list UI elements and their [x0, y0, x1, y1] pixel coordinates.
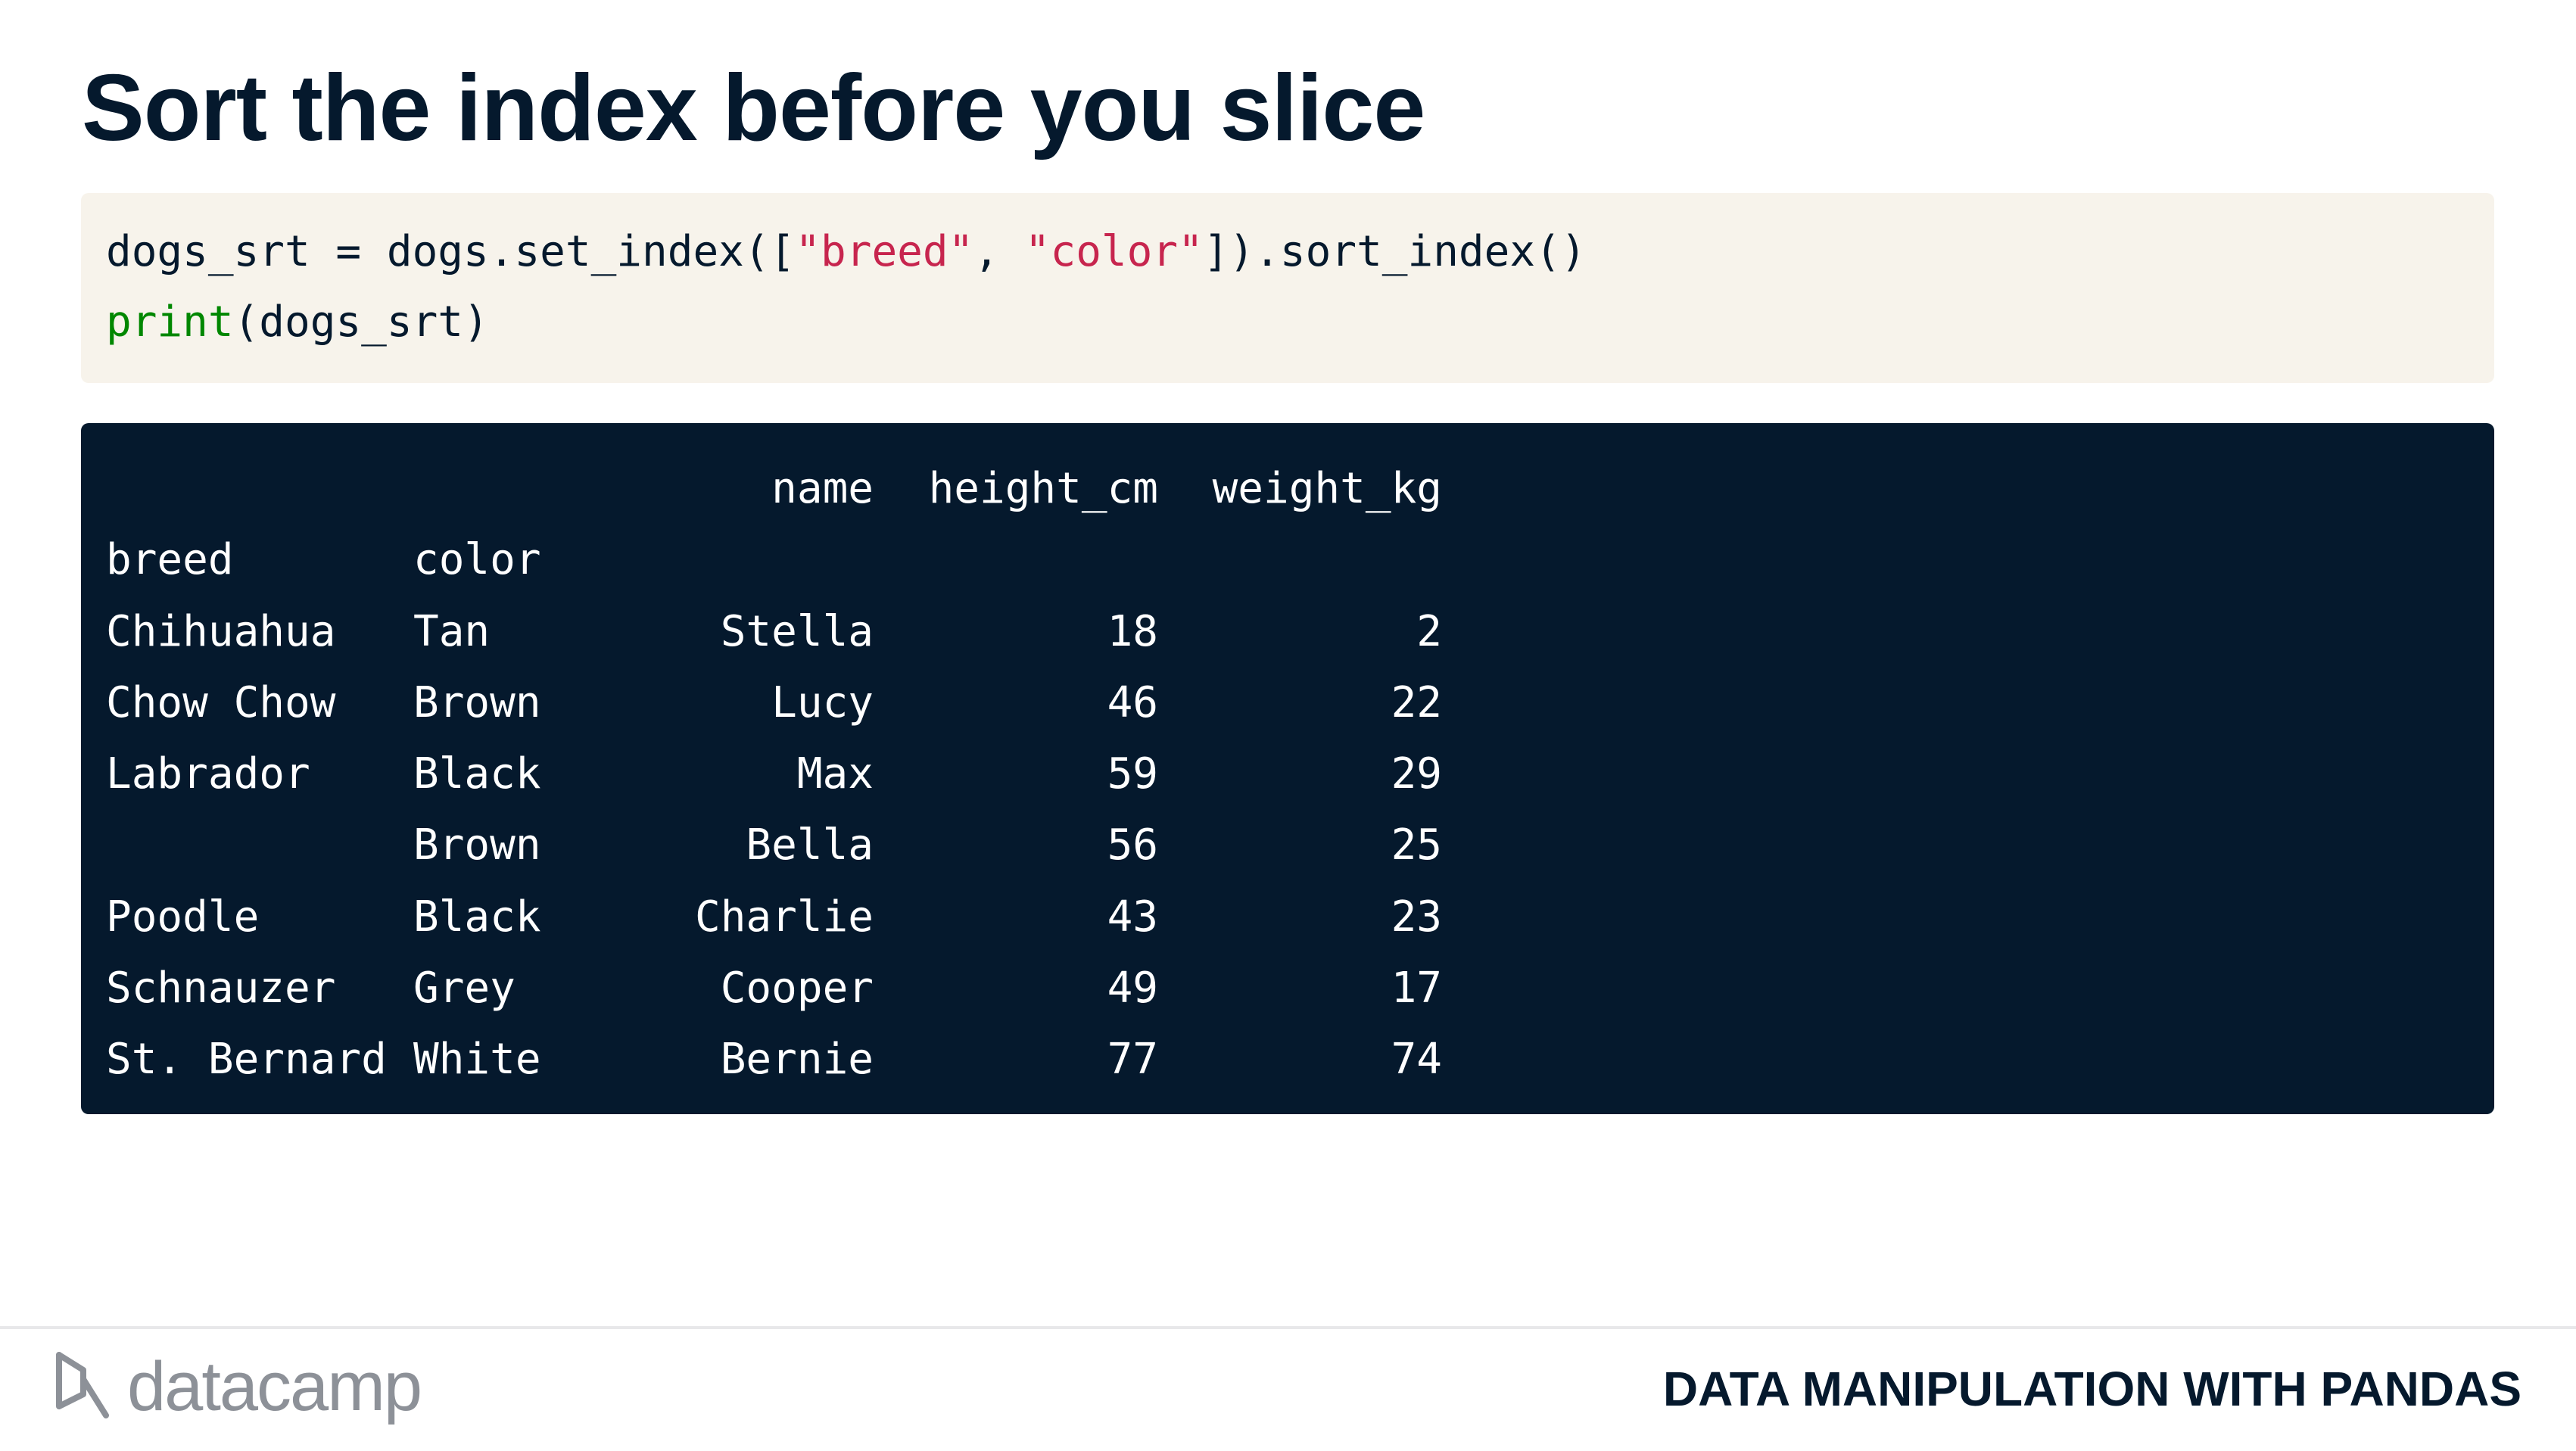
footer-divider	[0, 1326, 2576, 1329]
index-header-color: color	[413, 535, 541, 585]
code-string: "color"	[1024, 227, 1204, 276]
cell-weight: 29	[1391, 749, 1442, 799]
course-title: DATA MANIPULATION WITH PANDAS	[1662, 1362, 2521, 1416]
code-block: dogs_srt = dogs.set_index(["breed", "col…	[81, 193, 2494, 383]
datacamp-logo-text: datacamp	[127, 1348, 422, 1425]
code-text: (dogs_srt)	[233, 297, 489, 347]
output-data-row: Poodle Black Charlie 43 23	[106, 882, 1442, 953]
header-weight: weight_kg	[1212, 464, 1442, 513]
code-line-2: print(dogs_srt)	[106, 296, 489, 349]
slide-title: Sort the index before you slice	[82, 56, 1425, 160]
output-data-row: St. Bernard White Bernie 77 74	[106, 1024, 1442, 1095]
code-string: "breed"	[795, 227, 974, 276]
datacamp-logo: datacamp	[53, 1348, 422, 1425]
code-keyword: print	[106, 297, 234, 347]
output-data-row: Chihuahua Tan Stella 18 2	[106, 596, 1442, 668]
output-index-header-row: breed color	[106, 525, 541, 596]
cell-weight: 25	[1391, 820, 1442, 870]
cell-weight: 17	[1391, 964, 1442, 1014]
datacamp-logo-icon	[56, 1352, 109, 1418]
output-data-row: Chow Chow Brown Lucy 46 22	[106, 668, 1442, 739]
index-header-breed: breed	[106, 535, 234, 585]
output-header-row: name height_cm weight_kg	[106, 453, 1442, 525]
cell-weight: 2	[1416, 606, 1442, 656]
cell-weight: 23	[1391, 892, 1442, 942]
code-text: ]).sort_index()	[1203, 227, 1587, 276]
output-block: name height_cm weight_kg breed color Chi…	[81, 423, 2494, 1114]
output-data-row: Labrador Black Max 59 29	[106, 739, 1442, 810]
cell-weight: 22	[1391, 677, 1442, 727]
output-data-row: Brown Bella 56 25	[106, 810, 1442, 881]
code-text: ,	[973, 227, 1025, 276]
output-table: name height_cm weight_kg breed color Chi…	[106, 453, 1442, 1096]
code-text: dogs_srt = dogs.set_index([	[106, 227, 796, 276]
cell-weight: 74	[1391, 1035, 1442, 1085]
output-data-row: Schnauzer Grey Cooper 49 17	[106, 953, 1442, 1024]
code-line-1: dogs_srt = dogs.set_index(["breed", "col…	[106, 226, 1587, 279]
